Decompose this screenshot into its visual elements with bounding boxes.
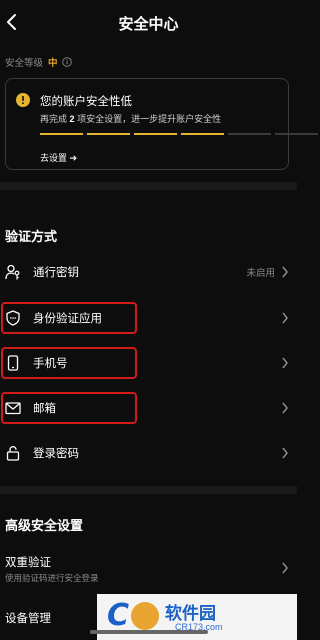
chevron-right-icon xyxy=(282,357,288,369)
email-row[interactable]: 邮箱 xyxy=(0,388,297,428)
phone-row[interactable]: 手机号 xyxy=(0,343,297,383)
passkey-label: 通行密钥 xyxy=(33,267,79,279)
passkey-icon xyxy=(5,264,20,280)
chevron-right-icon xyxy=(282,312,288,324)
authenticator-app-row[interactable]: 身份验证应用 xyxy=(0,298,297,338)
page-title: 安全中心 xyxy=(118,16,179,33)
go-setup-link[interactable]: 去设置 ➔ xyxy=(40,151,77,164)
watermark-logo xyxy=(131,602,159,630)
home-indicator[interactable] xyxy=(90,630,208,634)
card-title: 您的账户安全性低 xyxy=(40,96,132,108)
two-factor-row[interactable]: 双重验证 使用验证码进行安全登录 xyxy=(0,552,297,586)
info-icon[interactable] xyxy=(61,57,72,67)
verification-section-title: 验证方式 xyxy=(5,229,58,244)
two-factor-subtitle: 使用验证码进行安全登录 xyxy=(5,573,99,583)
security-warning-card: 您的账户安全性低 再完成 2 项安全设置，进一步提升账户安全性 去设置 ➔ xyxy=(5,78,318,170)
security-progress xyxy=(40,133,318,135)
progress-segment xyxy=(228,133,271,135)
login-password-row[interactable]: 登录密码 xyxy=(0,433,297,473)
email-label: 邮箱 xyxy=(33,403,56,415)
mail-icon xyxy=(5,402,21,415)
security-level-value: 中 xyxy=(48,58,58,69)
phone-icon xyxy=(7,355,19,371)
phone-label: 手机号 xyxy=(33,358,68,370)
section-divider xyxy=(0,182,297,190)
warning-icon xyxy=(16,93,30,107)
progress-segment xyxy=(181,133,224,135)
advanced-section-title: 高级安全设置 xyxy=(5,518,84,533)
chevron-right-icon xyxy=(282,402,288,414)
highlight-box xyxy=(1,347,137,379)
security-level: 安全等级 中 xyxy=(5,55,72,69)
progress-segment xyxy=(275,133,318,135)
passkey-status: 未启用 xyxy=(246,268,275,279)
two-factor-label: 双重验证 xyxy=(5,557,51,569)
chevron-right-icon xyxy=(282,562,288,574)
shield-icon xyxy=(6,310,20,326)
chevron-right-icon xyxy=(282,266,288,278)
progress-segment xyxy=(87,133,130,135)
header: 安全中心 xyxy=(0,0,297,46)
card-description: 再完成 2 项安全设置，进一步提升账户安全性 xyxy=(40,114,222,124)
watermark-brand: 软件园 xyxy=(165,604,216,623)
login-password-label: 登录密码 xyxy=(33,448,79,460)
watermark-logo-letter: C xyxy=(107,598,130,633)
chevron-right-icon xyxy=(282,447,288,459)
security-level-label: 安全等级 xyxy=(5,58,44,69)
progress-segment xyxy=(134,133,177,135)
lock-icon xyxy=(6,446,20,461)
highlight-box xyxy=(1,392,137,424)
section-divider xyxy=(0,486,297,494)
authenticator-app-label: 身份验证应用 xyxy=(33,313,102,325)
device-management-row[interactable]: 设备管理 xyxy=(5,610,51,626)
passkey-row[interactable]: 通行密钥 未启用 xyxy=(0,252,297,292)
progress-segment xyxy=(40,133,83,135)
